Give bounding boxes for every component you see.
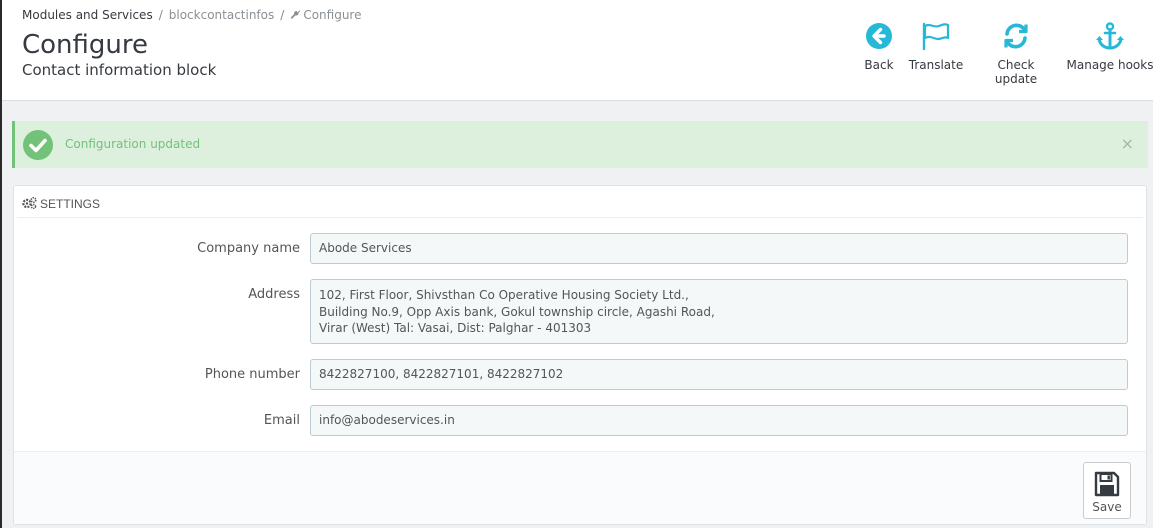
manage-hooks-label: Manage hooks bbox=[1066, 58, 1153, 72]
save-label: Save bbox=[1092, 500, 1122, 514]
breadcrumb-module-name[interactable]: blockcontactinfos bbox=[169, 8, 275, 22]
panel-footer: Save bbox=[14, 451, 1146, 524]
company-name-label: Company name bbox=[197, 241, 300, 256]
breadcrumb-current: Configure bbox=[290, 8, 361, 22]
address-label: Address bbox=[248, 287, 300, 302]
breadcrumb-modules[interactable]: Modules and Services bbox=[22, 8, 153, 22]
translate-label: Translate bbox=[908, 58, 964, 72]
breadcrumb: Modules and Services / blockcontactinfos / C… bbox=[22, 8, 361, 22]
phone-number-label: Phone number bbox=[204, 367, 300, 382]
panel-heading: SETTINGS bbox=[17, 189, 1143, 218]
check-update-button[interactable]: Check update bbox=[976, 22, 1056, 86]
phone-number-input[interactable]: 8422827100, 8422827101, 8422827102 bbox=[310, 359, 1128, 390]
back-label: Back bbox=[864, 58, 894, 72]
page-title: Configure bbox=[22, 30, 149, 60]
alert-close-button[interactable]: × bbox=[1121, 134, 1134, 153]
cogs-icon bbox=[22, 197, 37, 209]
panel-title: SETTINGS bbox=[40, 197, 101, 211]
manage-hooks-button[interactable]: Manage hooks bbox=[1066, 22, 1153, 72]
anchor-icon bbox=[1096, 22, 1124, 50]
wrench-icon bbox=[291, 10, 301, 19]
check-circle-icon bbox=[23, 130, 53, 160]
breadcrumb-separator: / bbox=[158, 8, 163, 22]
address-line: 102, First Floor, Shivsthan Co Operative… bbox=[319, 288, 689, 302]
refresh-icon bbox=[1004, 23, 1028, 49]
flag-icon bbox=[922, 22, 950, 50]
email-label: Email bbox=[263, 413, 300, 428]
settings-panel: SETTINGS Company name Abode Services Add… bbox=[13, 185, 1147, 525]
address-textarea[interactable]: 102, First Floor, Shivsthan Co Operative… bbox=[310, 279, 1128, 344]
floppy-disk-icon bbox=[1094, 471, 1120, 497]
company-name-input[interactable]: Abode Services bbox=[310, 233, 1128, 264]
success-alert: Configuration updated × bbox=[12, 121, 1148, 168]
breadcrumb-separator: / bbox=[280, 8, 285, 22]
page-subtitle: Contact information block bbox=[22, 61, 217, 79]
page-header: Modules and Services / blockcontactinfos / C… bbox=[2, 0, 1153, 101]
save-button[interactable]: Save bbox=[1083, 462, 1131, 519]
translate-button[interactable]: Translate bbox=[906, 22, 966, 72]
check-update-label: Check update bbox=[994, 58, 1038, 86]
alert-message: Configuration updated bbox=[65, 137, 201, 151]
address-line: Virar (West) Tal: Vasai, Dist: Palghar -… bbox=[319, 321, 592, 335]
address-line: Building No.9, Opp Axis bank, Gokul town… bbox=[319, 304, 715, 319]
back-arrow-circle-icon bbox=[866, 23, 892, 49]
back-button[interactable]: Back bbox=[864, 22, 894, 72]
email-input[interactable]: info@abodeservices.in bbox=[310, 405, 1128, 436]
